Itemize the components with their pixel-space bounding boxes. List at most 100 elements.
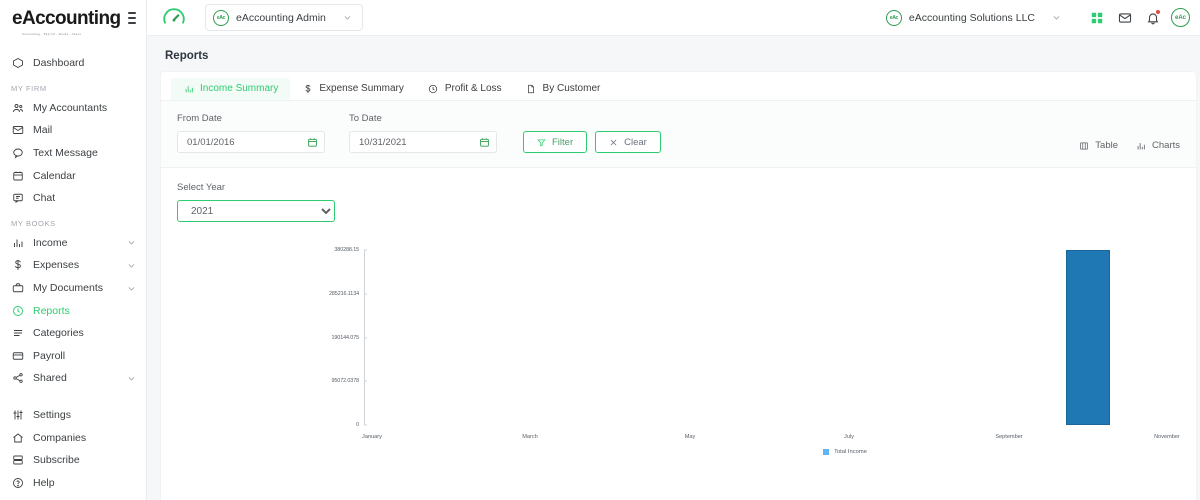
income-summary-chart: 380288.15 285216.1134 190144.075 95072.0…: [161, 244, 1196, 459]
mail-icon[interactable]: [1111, 4, 1139, 32]
y-tick-label: 95072.0378: [331, 378, 360, 385]
main-area: eAc eAccounting Admin eAc eAccounting So…: [147, 0, 1200, 500]
y-tick-label: 190144.075: [331, 334, 360, 341]
tab-label: Expense Summary: [319, 83, 404, 94]
notification-dot: [1156, 9, 1160, 14]
sidebar-item-label: Companies: [33, 431, 87, 444]
chevron-down-icon[interactable]: [127, 374, 136, 383]
clear-button-label: Clear: [624, 136, 647, 148]
view-toggle: Table Charts: [1079, 140, 1180, 153]
bar-october[interactable]: [1066, 250, 1110, 425]
sidebar-item-settings[interactable]: Settings: [0, 404, 146, 427]
sidebar-item-payroll[interactable]: Payroll: [0, 345, 146, 368]
apps-grid-icon[interactable]: [1083, 4, 1111, 32]
from-date-field: From Date: [177, 113, 325, 153]
sidebar-item-shared[interactable]: Shared: [0, 367, 146, 390]
admin-account-label: eAccounting Admin: [236, 11, 326, 24]
topbar: eAc eAccounting Admin eAc eAccounting So…: [147, 0, 1200, 36]
sidebar-item-label: My Accountants: [33, 101, 108, 114]
chevron-down-icon[interactable]: [127, 284, 136, 293]
chevron-down-icon[interactable]: [343, 13, 352, 22]
y-tick-mark: [364, 424, 367, 426]
dollar-icon: [11, 259, 24, 272]
chevron-down-icon[interactable]: [1052, 13, 1061, 22]
chevron-down-icon[interactable]: [127, 261, 136, 270]
select-year-dropdown[interactable]: 2021: [177, 200, 335, 222]
bar-chart-icon: [11, 236, 24, 249]
sidebar-item-label: Expenses: [33, 259, 80, 272]
mail-icon: [11, 124, 24, 137]
x-tick-label: May: [684, 434, 696, 440]
y-tick-mark: [364, 380, 367, 382]
bell-icon[interactable]: [1139, 4, 1167, 32]
sidebar: eAccounting Accounting · Payroll · Books…: [0, 0, 147, 500]
legend-swatch: [823, 449, 830, 455]
app-root: eAccounting Accounting · Payroll · Books…: [0, 0, 1200, 500]
view-table-button[interactable]: Table: [1079, 140, 1118, 151]
sidebar-item-my-accountants[interactable]: My Accountants: [0, 97, 146, 120]
dollar-icon: [302, 83, 313, 94]
from-date-input[interactable]: [187, 136, 299, 148]
x-tick-label: September: [995, 434, 1023, 440]
year-selector-zone: Select Year 2021: [161, 168, 1196, 222]
user-avatar[interactable]: eAc: [1171, 8, 1190, 27]
help-icon: [11, 476, 24, 489]
tab-expense-summary[interactable]: Expense Summary: [290, 78, 415, 100]
view-charts-button[interactable]: Charts: [1136, 140, 1180, 151]
from-date-label: From Date: [177, 113, 222, 124]
tab-profit-and-loss[interactable]: Profit & Loss: [416, 78, 514, 100]
sidebar-item-mail[interactable]: Mail: [0, 119, 146, 142]
sidebar-item-subscribe[interactable]: Subscribe: [0, 449, 146, 472]
sidebar-item-reports[interactable]: Reports: [0, 299, 146, 322]
sidebar-item-label: Chat: [33, 192, 56, 205]
report-tabs: Income Summary Expense Summary Profit & …: [161, 72, 1196, 101]
legend-label: Total Income: [834, 449, 867, 455]
sidebar-item-help[interactable]: Help: [0, 472, 146, 495]
sidebar-item-dashboard[interactable]: Dashboard: [0, 52, 146, 75]
speedometer-icon[interactable]: [161, 5, 187, 31]
dashboard-icon: [11, 57, 24, 70]
sidebar-item-categories[interactable]: Categories: [0, 322, 146, 345]
sidebar-item-companies[interactable]: Companies: [0, 426, 146, 449]
clear-button[interactable]: Clear: [595, 131, 661, 153]
x-tick-label: July: [844, 434, 854, 440]
brand-logo[interactable]: eAccounting Accounting · Payroll · Books…: [12, 9, 121, 36]
organization-label: eAccounting Solutions LLC: [908, 11, 1035, 24]
y-tick-label: 380288.15: [334, 247, 359, 253]
to-date-input[interactable]: [359, 136, 471, 148]
sidebar-nav: Dashboard MY FIRM My Accountants Mail Te…: [0, 36, 146, 494]
filter-bar: From Date To Date: [161, 101, 1196, 168]
hamburger-menu-icon[interactable]: [128, 9, 136, 27]
server-icon: [11, 454, 24, 467]
clock-icon: [428, 83, 439, 94]
nav-divider-gap: [0, 390, 146, 404]
organization-selector[interactable]: eAc eAccounting Solutions LLC: [878, 6, 1069, 30]
filter-button-label: Filter: [552, 136, 574, 148]
filter-button[interactable]: Filter: [523, 131, 588, 153]
sidebar-item-expenses[interactable]: Expenses: [0, 254, 146, 277]
from-date-input-wrap[interactable]: [177, 131, 325, 153]
y-tick-mark: [364, 337, 367, 338]
sidebar-item-chat[interactable]: Chat: [0, 187, 146, 210]
users-icon: [11, 101, 24, 114]
sidebar-item-income[interactable]: Income: [0, 232, 146, 255]
x-tick-label: January: [362, 434, 382, 440]
chevron-down-icon[interactable]: [127, 238, 136, 247]
chart-plot-area: 380288.15 285216.1134 190144.075 95072.0…: [329, 247, 1200, 455]
calendar-icon[interactable]: [479, 137, 490, 148]
y-tick-label: 285216.1134: [329, 290, 359, 297]
admin-account-selector[interactable]: eAc eAccounting Admin: [205, 4, 363, 31]
x-tick-label: March: [522, 434, 538, 440]
organization-avatar: eAc: [885, 9, 902, 26]
tab-by-customer[interactable]: By Customer: [514, 78, 613, 100]
to-date-input-wrap[interactable]: [349, 131, 497, 153]
sidebar-section-my-firm: MY FIRM: [11, 83, 47, 93]
sidebar-item-label: My Documents: [33, 282, 104, 295]
clock-icon: [11, 304, 24, 317]
calendar-icon[interactable]: [307, 137, 318, 148]
tab-income-summary[interactable]: Income Summary: [171, 78, 291, 100]
sidebar-item-calendar[interactable]: Calendar: [0, 164, 146, 187]
sidebar-item-my-documents[interactable]: My Documents: [0, 277, 146, 300]
sidebar-item-text-message[interactable]: Text Message: [0, 142, 146, 165]
sidebar-item-label: Mail: [33, 124, 53, 137]
